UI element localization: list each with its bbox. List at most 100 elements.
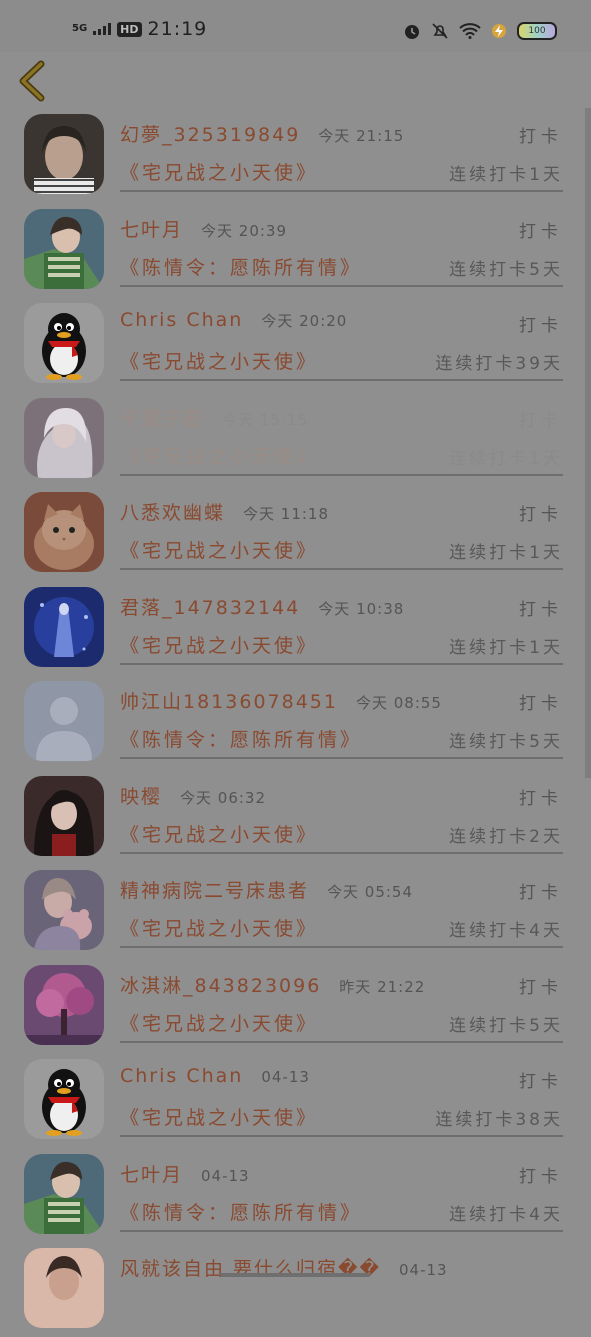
- book-title[interactable]: 《宅兄战之小天使》: [120, 1103, 318, 1130]
- checkin-time: 今天 20:20: [261, 312, 348, 330]
- user-name-text: 七叶月: [120, 218, 184, 241]
- scrollbar[interactable]: [585, 108, 591, 778]
- book-title[interactable]: 《陈情令：愿陈所有情》: [120, 725, 362, 752]
- list-item[interactable]: 八悉欢幽蝶 今天 11:18 打卡《宅兄战之小天使》 连续打卡1天: [0, 486, 591, 581]
- mute-bell-icon: [432, 23, 448, 39]
- network-label: 5G: [72, 23, 88, 34]
- user-name-text: 君落_147832144: [120, 596, 301, 619]
- checkin-time: 今天 10:38: [318, 599, 405, 618]
- book-title[interactable]: 《宅兄战之小天使》: [120, 820, 318, 847]
- user-name[interactable]: 帅江山18136078451 今天 08:55: [120, 687, 442, 714]
- list-item[interactable]: 精神病院二号床患者 今天 05:54 打卡 《宅兄战之小天使》 连续打卡4天: [0, 864, 591, 959]
- avatar[interactable]: [24, 681, 104, 761]
- user-name[interactable]: Chris Chan 今天 20:20: [120, 309, 347, 331]
- checkin-time: 04-13: [201, 1166, 250, 1185]
- list-item[interactable]: 风就该自由 要什么归宿�� 04-13: [0, 1242, 591, 1337]
- list-item[interactable]: Chris Chan 今天 20:20 打卡 《宅兄战之小天使》 连续打卡39天: [0, 297, 591, 392]
- avatar[interactable]: [24, 1248, 104, 1328]
- checkin-time: 04-13: [399, 1261, 448, 1279]
- book-title[interactable]: 《宅兄战之小天使》: [120, 347, 318, 374]
- checkin-time: 今天 20:39: [201, 221, 288, 240]
- item-detail: 《宅兄战之小天使》 连续打卡1天: [120, 536, 563, 570]
- streak-count: 连续打卡4天: [449, 1204, 563, 1225]
- item-header: 精神病院二号床患者 今天 05:54 打卡: [120, 876, 563, 906]
- item-header: Chris Chan 今天 20:20 打卡: [120, 309, 563, 339]
- user-name[interactable]: 七叶月 今天 20:39: [120, 215, 287, 242]
- list-item[interactable]: 帅江山18136078451 今天 08:55 打卡 《陈情令：愿陈所有情》 连续打卡5…: [0, 675, 591, 770]
- streak-count: 连续打卡1天: [449, 637, 563, 658]
- item-header: 子萤子若 今天 15:15 打卡: [120, 404, 563, 434]
- item-header: 八悉欢幽蝶 今天 11:18 打卡: [120, 498, 563, 528]
- checkin-time: 今天 11:18: [243, 505, 330, 523]
- checkin-time: 昨天 21:22: [339, 977, 426, 996]
- alarm-icon: [405, 25, 419, 39]
- nav-bar: [0, 52, 591, 108]
- item-detail: 《宅兄战之小天使》 连续打卡5天: [120, 1009, 563, 1043]
- user-name-text: 八悉欢幽蝶: [120, 502, 226, 524]
- checkin-label: 打卡: [519, 883, 563, 903]
- user-name-text: Chris Chan: [120, 1065, 244, 1087]
- book-title[interactable]: 《宅兄战之小天使》: [120, 631, 318, 658]
- checkin-label: 打卡: [519, 221, 563, 242]
- list-item[interactable]: Chris Chan 04-13 打卡 《宅兄战之小天使》 连续打卡38天: [0, 1053, 591, 1148]
- user-name[interactable]: 映樱 今天 06:32: [120, 782, 266, 809]
- checkin-time: 今天 21:15: [318, 127, 405, 145]
- user-name[interactable]: 精神病院二号床患者 今天 05:54: [120, 876, 413, 903]
- avatar[interactable]: [24, 586, 104, 667]
- streak-count: 连续打卡5天: [449, 259, 563, 280]
- avatar[interactable]: [24, 964, 104, 1045]
- avatar[interactable]: [24, 114, 104, 194]
- user-name[interactable]: 七叶月 04-13: [120, 1160, 250, 1187]
- book-title[interactable]: 《宅兄战之小天使》: [120, 536, 318, 563]
- streak-count: 连续打卡38天: [435, 1110, 563, 1130]
- list-item[interactable]: 幻夢_325319849 今天 21:15 打卡 《宅兄战之小天使》 连续打卡1天: [0, 108, 591, 203]
- book-title[interactable]: 《宅兄战之小天使》: [120, 914, 318, 941]
- avatar[interactable]: [24, 492, 104, 572]
- list-item[interactable]: 七叶月 04-13 打卡 《陈情令：愿陈所有情》 连续打卡4天: [0, 1148, 591, 1243]
- item-header: 七叶月 04-13 打卡: [120, 1160, 563, 1190]
- checkin-label: 打卡: [519, 505, 563, 525]
- item-header: 帅江山18136078451 今天 08:55 打卡: [120, 687, 563, 717]
- book-title[interactable]: 《宅兄战之小天使》: [120, 442, 318, 469]
- item-header: Chris Chan 04-13 打卡: [120, 1065, 563, 1095]
- checkin-time: 今天 05:54: [327, 883, 414, 901]
- list-item[interactable]: 君落_147832144 今天 10:38 打卡 《宅兄战之小天使》 连续打卡1天: [0, 581, 591, 676]
- user-name-text: 冰淇淋_843823096: [120, 974, 322, 997]
- item-detail: 《宅兄战之小天使》 连续打卡2天: [120, 820, 563, 854]
- back-arrow-icon[interactable]: [14, 58, 54, 104]
- avatar[interactable]: [24, 1059, 104, 1139]
- item-header: 映樱 今天 06:32 打卡: [120, 782, 563, 812]
- avatar[interactable]: [24, 303, 104, 383]
- list-item[interactable]: 冰淇淋_843823096 昨天 21:22 打卡 《宅兄战之小天使》 连续打卡5天: [0, 959, 591, 1054]
- book-title[interactable]: 《宅兄战之小天使》: [120, 158, 318, 185]
- avatar[interactable]: [24, 775, 104, 856]
- user-name[interactable]: 冰淇淋_843823096 昨天 21:22: [120, 971, 425, 998]
- user-name-text: 子萤子若: [120, 407, 205, 430]
- list-item[interactable]: 映樱 今天 06:32 打卡《宅兄战之小天使》 连续打卡2天: [0, 770, 591, 865]
- user-name[interactable]: 君落_147832144 今天 10:38: [120, 593, 404, 620]
- home-indicator[interactable]: [220, 1273, 370, 1277]
- avatar[interactable]: [24, 1153, 104, 1234]
- list-item[interactable]: 子萤子若 今天 15:15 打卡 《宅兄战之小天使》 连续打卡1天: [0, 392, 591, 487]
- streak-count: 连续打卡1天: [449, 165, 563, 185]
- checkin-time: 今天 08:55: [355, 694, 442, 712]
- item-header: 君落_147832144 今天 10:38 打卡: [120, 593, 563, 623]
- avatar[interactable]: [24, 397, 104, 478]
- item-detail: 《宅兄战之小天使》 连续打卡1天: [120, 631, 563, 665]
- checkin-label: 打卡: [519, 788, 563, 809]
- avatar[interactable]: [24, 208, 104, 289]
- list-item[interactable]: 七叶月 今天 20:39 打卡《陈情令：愿陈所有情》 连续打卡5天: [0, 203, 591, 298]
- book-title[interactable]: 《陈情令：愿陈所有情》: [120, 253, 362, 280]
- book-title[interactable]: 《宅兄战之小天使》: [120, 1009, 318, 1036]
- user-name[interactable]: 子萤子若 今天 15:15: [120, 404, 308, 431]
- avatar[interactable]: [24, 870, 104, 950]
- streak-count: 连续打卡5天: [449, 1015, 563, 1036]
- item-detail: 《宅兄战之小天使》 连续打卡38天: [120, 1103, 563, 1137]
- book-title[interactable]: 《陈情令：愿陈所有情》: [120, 1198, 362, 1225]
- checkin-time: 今天 06:32: [180, 788, 267, 807]
- streak-count: 连续打卡5天: [449, 732, 563, 752]
- user-name[interactable]: Chris Chan 04-13: [120, 1065, 310, 1087]
- checkin-list: 幻夢_325319849 今天 21:15 打卡 《宅兄战之小天使》 连续打卡1天 七叶月…: [0, 108, 591, 1337]
- user-name[interactable]: 幻夢_325319849 今天 21:15: [120, 120, 404, 147]
- user-name[interactable]: 八悉欢幽蝶 今天 11:18: [120, 498, 329, 525]
